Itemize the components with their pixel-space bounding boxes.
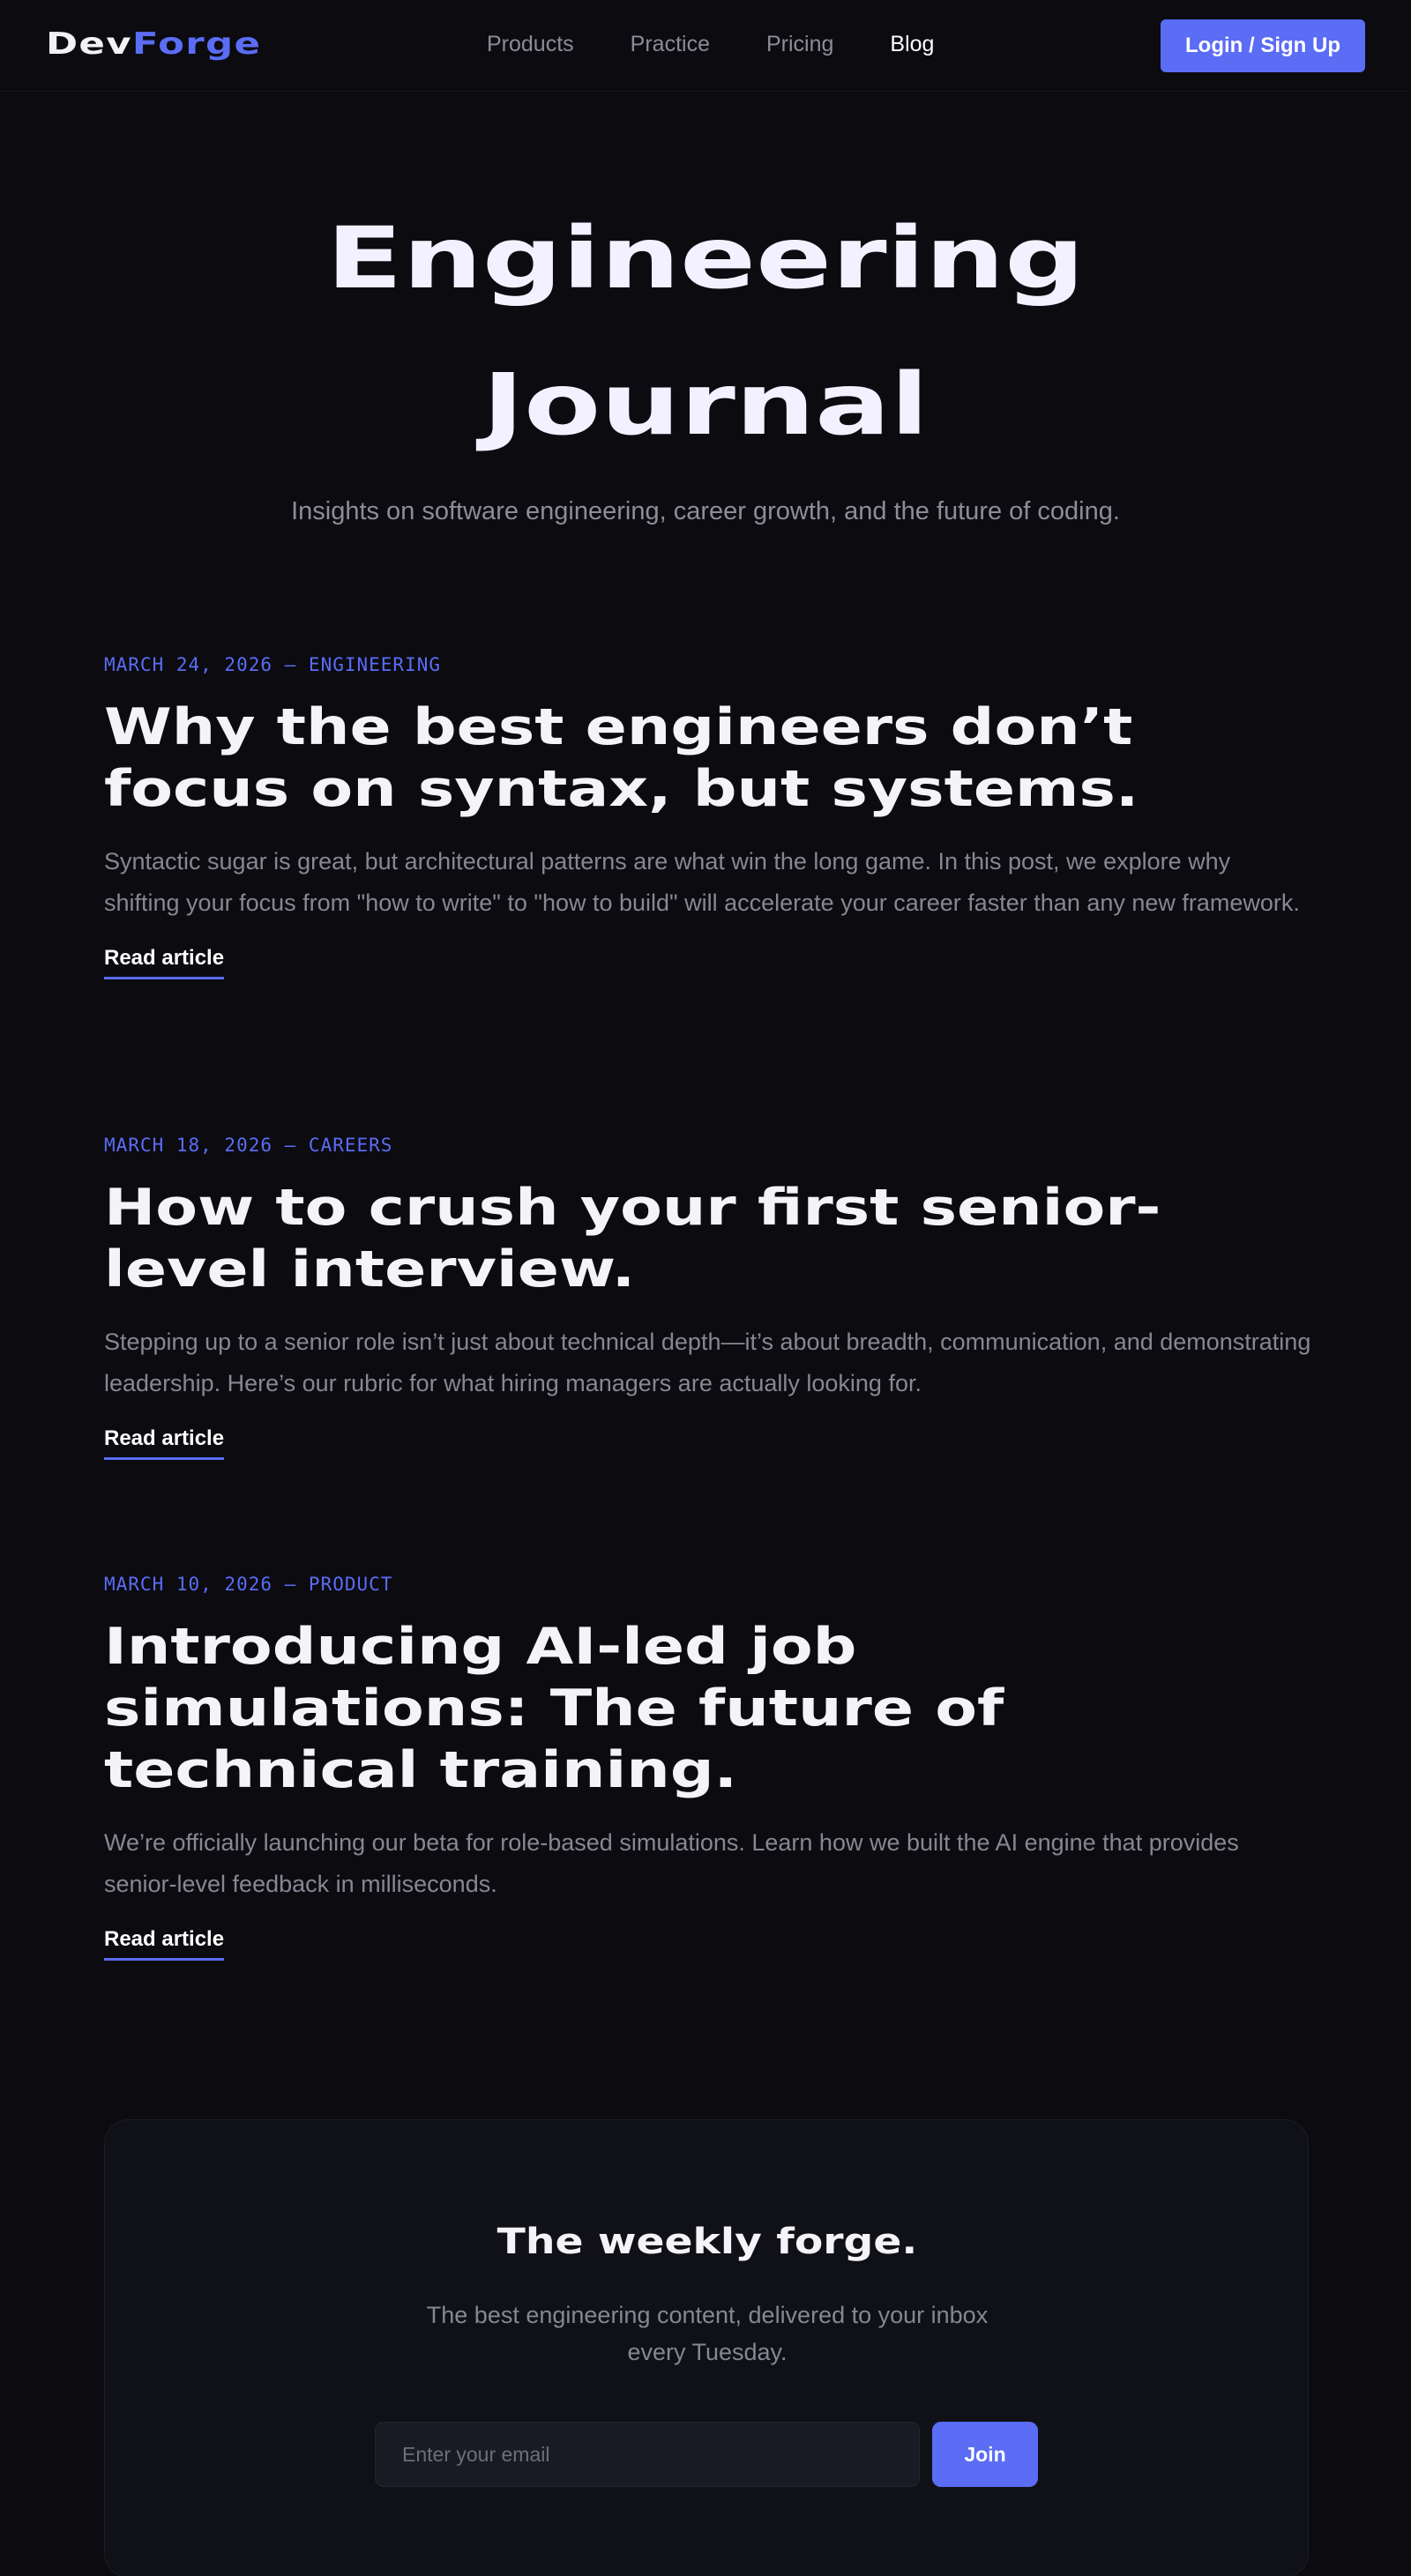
article-item: MARCH 18, 2026 — CAREERS How to crush yo… <box>104 1131 1312 1460</box>
nav-link-pricing[interactable]: Pricing <box>766 26 833 62</box>
read-article-link[interactable]: Read article <box>104 943 225 979</box>
logo-text-dev: Dev <box>46 26 132 62</box>
page: DevForge Products Practice Pricing Blog … <box>0 0 1411 2576</box>
article-title[interactable]: Introducing AI-led job simulations: The … <box>104 1616 1266 1801</box>
page-title-line-2: Journal <box>482 355 929 454</box>
article-meta: MARCH 10, 2026 — PRODUCT <box>104 1574 393 1595</box>
nav-link-blog[interactable]: Blog <box>890 26 934 62</box>
newsletter-title: The weekly forge. <box>105 2217 1310 2267</box>
article-meta: MARCH 18, 2026 — CAREERS <box>104 1135 393 1156</box>
article-excerpt: Stepping up to a senior role isn’t just … <box>104 1329 1311 1396</box>
read-article-link[interactable]: Read article <box>104 1925 225 1961</box>
hero: Engineering Journal Insights on software… <box>0 185 1411 526</box>
email-input[interactable] <box>375 2422 920 2487</box>
article-item: MARCH 10, 2026 — PRODUCT Introducing AI-… <box>104 1570 1312 1961</box>
newsletter-subtitle: The best engineering content, delivered … <box>426 2302 989 2365</box>
article-excerpt: We’re officially launching our beta for … <box>104 1829 1239 1897</box>
site-header: DevForge Products Practice Pricing Blog … <box>0 0 1411 92</box>
nav-link-practice[interactable]: Practice <box>631 26 710 62</box>
nav-link-products[interactable]: Products <box>487 26 574 62</box>
read-article-link[interactable]: Read article <box>104 1424 225 1460</box>
page-subtitle: Insights on software engineering, career… <box>291 497 1120 525</box>
article-title[interactable]: How to crush your first senior-level int… <box>104 1177 1266 1300</box>
article-meta: MARCH 24, 2026 — ENGINEERING <box>104 654 442 675</box>
login-signup-button[interactable]: Login / Sign Up <box>1161 19 1365 72</box>
newsletter-form: Join <box>375 2422 1038 2487</box>
article-item: MARCH 24, 2026 — ENGINEERING Why the bes… <box>104 651 1312 979</box>
article-excerpt: Syntactic sugar is great, but architectu… <box>104 848 1300 916</box>
page-title-line-1: Engineering <box>326 209 1085 308</box>
logo[interactable]: DevForge <box>46 25 261 63</box>
newsletter-card: The weekly forge. The best engineering c… <box>104 2119 1309 2576</box>
logo-text-forge: Forge <box>131 26 262 62</box>
main-nav: Products Practice Pricing Blog <box>487 26 934 62</box>
newsletter-title-text: The weekly forge. <box>496 2222 918 2262</box>
page-title: Engineering Journal <box>0 185 1411 478</box>
article-title[interactable]: Why the best engineers don’t focus on sy… <box>104 696 1266 820</box>
join-button[interactable]: Join <box>932 2422 1038 2487</box>
